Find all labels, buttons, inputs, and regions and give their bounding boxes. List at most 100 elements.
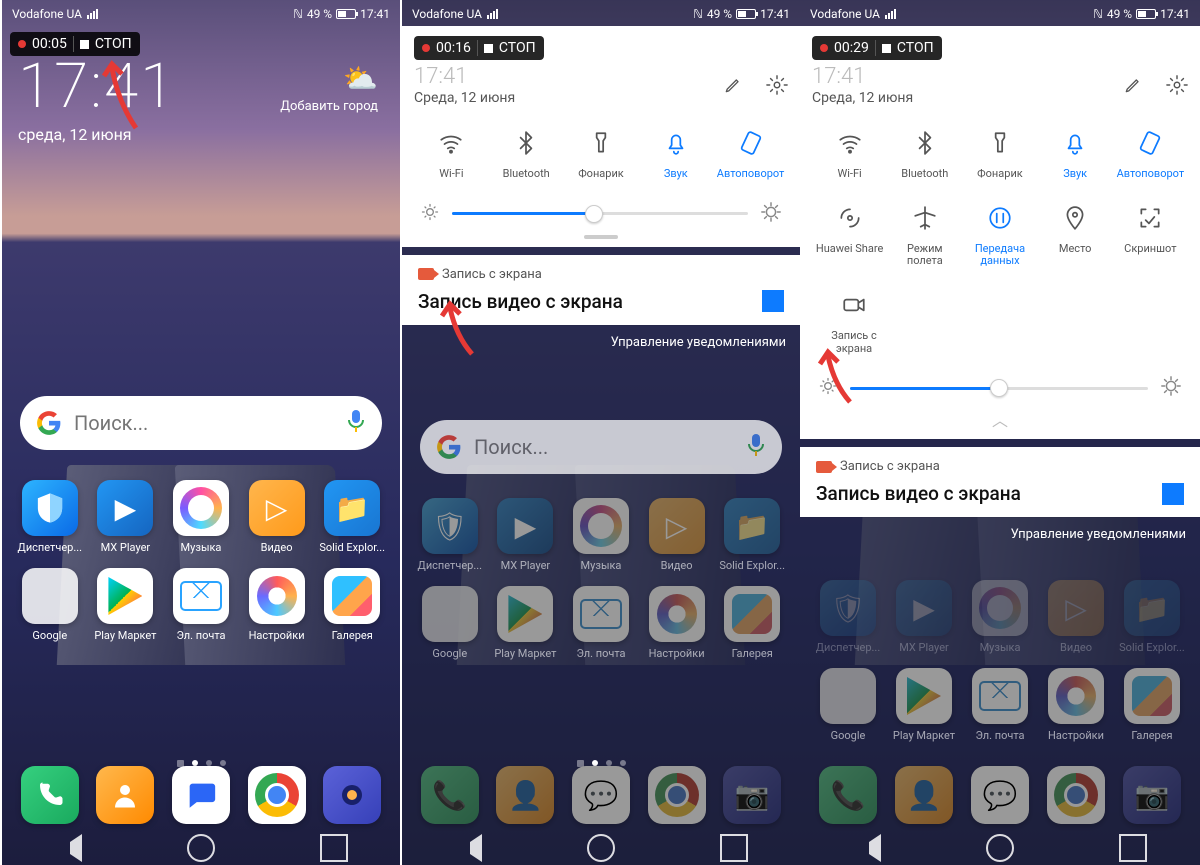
stop-icon bbox=[882, 44, 891, 53]
app-gallery[interactable]: Галерея bbox=[316, 568, 388, 642]
weather-widget[interactable]: ⛅ Добавить город bbox=[280, 62, 378, 114]
dock-chrome[interactable] bbox=[241, 766, 313, 829]
flashlight-icon bbox=[565, 128, 637, 158]
app-settings[interactable]: Настройки bbox=[241, 568, 313, 642]
nav-home-icon[interactable] bbox=[187, 834, 215, 862]
google-icon bbox=[36, 410, 62, 436]
status-bar: Vodafone UA ℕ49 %17:41 bbox=[402, 0, 800, 28]
app-solidexplorer[interactable]: 📁Solid Explor... bbox=[316, 480, 388, 554]
status-bar: Vodafone UA ℕ49 %17:41 bbox=[800, 0, 1200, 28]
dock-camera[interactable] bbox=[316, 766, 388, 829]
qs-flashlight[interactable]: Фонарик bbox=[964, 128, 1036, 181]
record-dot-icon bbox=[18, 40, 26, 48]
qs-autorotate[interactable]: Автоповорот bbox=[1114, 128, 1186, 181]
nav-bar bbox=[402, 831, 800, 865]
nav-back-icon[interactable] bbox=[454, 834, 482, 862]
battery-icon bbox=[736, 9, 756, 19]
edit-icon[interactable] bbox=[722, 74, 744, 96]
qs-huaweishare[interactable]: Huawei Share bbox=[814, 203, 886, 268]
quick-settings-panel: 00:16СТОП 17:41 Среда, 12 июня Wi-Fi Blu… bbox=[402, 26, 800, 247]
signal-icon bbox=[87, 9, 98, 19]
qs-wifi[interactable]: Wi-Fi bbox=[415, 128, 487, 181]
record-dot-icon bbox=[820, 44, 828, 52]
nav-home-icon[interactable] bbox=[587, 834, 615, 862]
nav-back-icon[interactable] bbox=[54, 834, 82, 862]
app-dispatcher[interactable]: Диспетчер... bbox=[14, 480, 86, 554]
recording-notification[interactable]: Запись с экрана Запись видео с экрана bbox=[800, 447, 1200, 517]
dock-contacts[interactable] bbox=[89, 766, 161, 829]
dock: 📞 👤 💬 📷 bbox=[800, 766, 1200, 829]
nav-recent-icon[interactable] bbox=[1119, 834, 1147, 862]
qs-flashlight[interactable]: Фонарик bbox=[565, 128, 637, 181]
nav-recent-icon[interactable] bbox=[720, 834, 748, 862]
nav-home-icon[interactable] bbox=[986, 834, 1014, 862]
recording-pill[interactable]: 00:16СТОП bbox=[414, 36, 544, 60]
qs-wifi[interactable]: Wi-Fi bbox=[814, 128, 886, 181]
app-playmarket[interactable]: Play Маркет bbox=[89, 568, 161, 642]
dock bbox=[2, 766, 400, 829]
drag-handle-icon[interactable] bbox=[584, 235, 618, 239]
manage-notifications-link[interactable]: Управление уведомлениями bbox=[800, 517, 1200, 552]
panel-time: 17:41 bbox=[414, 64, 515, 89]
rec-time: 00:05 bbox=[32, 36, 67, 52]
app-mail[interactable]: Эл. почта bbox=[165, 568, 237, 642]
search-input[interactable] bbox=[474, 435, 734, 459]
mic-icon[interactable] bbox=[346, 409, 366, 437]
wifi-icon bbox=[415, 128, 487, 158]
brightness-low-icon bbox=[420, 202, 440, 226]
gear-icon[interactable] bbox=[1166, 74, 1188, 96]
search-bar[interactable] bbox=[420, 420, 782, 474]
qs-airplane[interactable]: Режим полета bbox=[889, 203, 961, 268]
search-bar[interactable] bbox=[20, 396, 382, 450]
qs-screenrecord[interactable]: Запись с экрана bbox=[818, 290, 890, 355]
phone-3: Vodafone UA ℕ49 %17:41 00:29СТОП 17:41Ср… bbox=[800, 0, 1200, 865]
record-dot-icon bbox=[422, 44, 430, 52]
qs-bluetooth[interactable]: Bluetooth bbox=[490, 128, 562, 181]
rec-stop-label: СТОП bbox=[95, 36, 132, 52]
qs-bluetooth[interactable]: Bluetooth bbox=[889, 128, 961, 181]
weather-icon: ⛅ bbox=[280, 62, 378, 95]
notification-shade-expanded[interactable]: 00:29СТОП 17:41Среда, 12 июня Wi-Fi Blue… bbox=[800, 26, 1200, 552]
dock-phone[interactable] bbox=[14, 766, 86, 829]
edit-icon[interactable] bbox=[1122, 74, 1144, 96]
red-arrow-icon bbox=[98, 62, 148, 136]
stop-record-button[interactable] bbox=[1162, 483, 1184, 505]
qs-autorotate[interactable]: Автоповорот bbox=[715, 128, 787, 181]
clock-widget[interactable]: 17:41 среда, 12 июня ⛅ Добавить город bbox=[18, 50, 384, 144]
bell-icon bbox=[1039, 128, 1111, 158]
app-video[interactable]: ▷Видео bbox=[241, 480, 313, 554]
gear-icon[interactable] bbox=[766, 74, 788, 96]
brightness-slider[interactable] bbox=[818, 375, 1182, 401]
dock: 📞 👤 💬 📷 bbox=[402, 766, 800, 829]
mic-icon[interactable] bbox=[746, 433, 766, 461]
signal-icon bbox=[487, 9, 498, 19]
recording-pill[interactable]: 00:05 СТОП bbox=[10, 32, 140, 56]
google-icon bbox=[436, 434, 462, 460]
qs-location[interactable]: Место bbox=[1039, 203, 1111, 268]
app-music[interactable]: Музыка bbox=[165, 480, 237, 554]
qs-screenshot[interactable]: Скриншот bbox=[1114, 203, 1186, 268]
home-app-grid: Диспетчер... ▶MX Player Музыка ▷Видео 📁S… bbox=[2, 480, 400, 656]
nav-recent-icon[interactable] bbox=[320, 834, 348, 862]
recording-pill[interactable]: 00:29СТОП bbox=[812, 36, 942, 60]
brightness-slider[interactable] bbox=[420, 201, 782, 227]
qs-sound[interactable]: Звук bbox=[1039, 128, 1111, 181]
qs-mobiledata[interactable]: Передача данных bbox=[964, 203, 1036, 268]
location-icon bbox=[1039, 203, 1111, 233]
qs-sound[interactable]: Звук bbox=[640, 128, 712, 181]
brightness-high-icon bbox=[760, 201, 782, 227]
search-input[interactable] bbox=[74, 411, 334, 435]
wifi-icon bbox=[814, 128, 886, 158]
screenshot-icon bbox=[1114, 203, 1186, 233]
clock-date: среда, 12 июня bbox=[18, 125, 384, 144]
data-icon bbox=[964, 203, 1036, 233]
nav-bar bbox=[800, 831, 1200, 865]
status-time: 17:41 bbox=[360, 7, 390, 21]
stop-record-button[interactable] bbox=[762, 290, 784, 312]
nav-back-icon[interactable] bbox=[853, 834, 881, 862]
flashlight-icon bbox=[964, 128, 1036, 158]
app-google-folder[interactable]: Google bbox=[14, 568, 86, 642]
app-mxplayer[interactable]: ▶MX Player bbox=[89, 480, 161, 554]
chevron-up-icon[interactable]: ︿ bbox=[812, 407, 1188, 431]
dock-messages[interactable] bbox=[165, 766, 237, 829]
